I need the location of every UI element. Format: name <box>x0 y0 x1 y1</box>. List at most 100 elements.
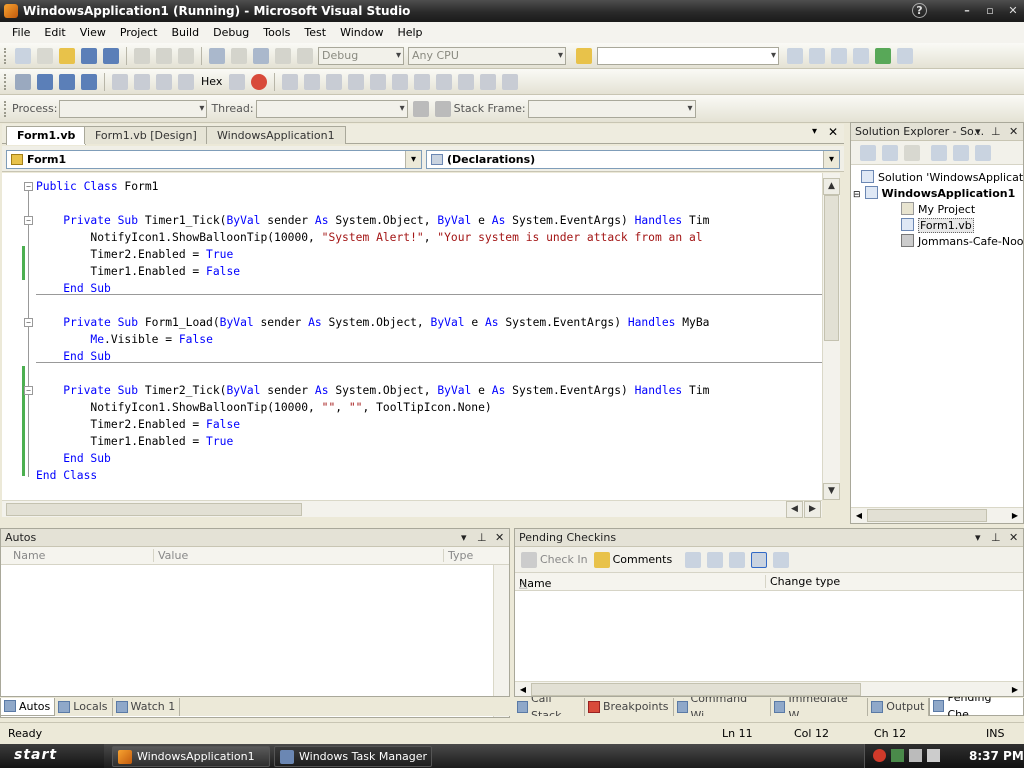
start-button[interactable]: start <box>0 744 104 768</box>
paste-icon[interactable] <box>178 47 194 64</box>
show-all-files-icon[interactable] <box>882 144 898 161</box>
find-combo[interactable] <box>597 46 779 65</box>
scroll-right-icon[interactable]: ▶ <box>804 501 821 518</box>
scroll-thumb[interactable] <box>531 683 861 696</box>
code-text[interactable]: Public Class Form1 Private Sub Timer1_Ti… <box>36 178 709 484</box>
code-line[interactable] <box>36 195 709 212</box>
outline-collapse-icon[interactable]: − <box>24 216 33 225</box>
tree-item-project[interactable]: ⊟ WindowsApplication1 <box>853 186 1015 200</box>
scroll-thumb[interactable] <box>867 509 987 522</box>
pending-checkins-header[interactable]: Pending Checkins ▾ ⊥ ✕ <box>515 529 1023 547</box>
code-line[interactable]: End Class <box>36 467 709 484</box>
continue-icon[interactable] <box>15 73 31 90</box>
start-page-icon[interactable] <box>875 47 891 64</box>
tab-breakpoints[interactable]: Breakpoints <box>585 697 674 716</box>
flat-view-icon[interactable] <box>751 551 768 568</box>
class-combo[interactable]: Form1 ▾ <box>6 150 422 169</box>
solution-explorer-header[interactable]: Solution Explorer - So... ▾ ⊥ ✕ <box>851 123 1023 141</box>
network-icon[interactable] <box>891 749 904 762</box>
copy-icon[interactable] <box>156 47 172 64</box>
editor-vertical-scrollbar[interactable]: ▲ ▼ <box>822 173 840 500</box>
code-line[interactable]: Timer2.Enabled = False <box>36 416 709 433</box>
properties-window-icon[interactable] <box>809 47 825 64</box>
member-combo[interactable]: (Declarations) ▾ <box>426 150 840 169</box>
menu-view[interactable]: View <box>73 26 113 39</box>
save-icon[interactable] <box>81 47 97 64</box>
maximize-button[interactable]: ▫ <box>981 3 999 19</box>
tab-pending-checkins[interactable]: Pending Che... <box>929 697 1024 716</box>
save-all-icon[interactable] <box>103 47 119 64</box>
column-name[interactable]: Name <box>13 549 45 562</box>
menu-test[interactable]: Test <box>297 26 333 39</box>
show-next-statement-icon[interactable] <box>112 73 128 90</box>
folder-view-icon[interactable] <box>773 551 790 568</box>
solution-platform-combo[interactable]: Any CPU <box>408 46 566 65</box>
windows-icon[interactable] <box>229 73 246 90</box>
tab-watch-1[interactable]: Watch 1 <box>113 697 181 716</box>
code-line[interactable] <box>36 365 709 382</box>
tab-autos[interactable]: Autos <box>0 697 56 716</box>
solution-explorer-icon[interactable] <box>787 47 803 64</box>
open-file-icon[interactable] <box>59 47 75 64</box>
step-out-icon[interactable] <box>178 73 194 90</box>
process-combo[interactable] <box>59 99 208 118</box>
title-bar[interactable]: WindowsApplication1 (Running) - Microsof… <box>0 0 1024 22</box>
security-alert-icon[interactable] <box>873 749 886 762</box>
minimize-button[interactable]: – <box>958 3 976 19</box>
scroll-left-icon[interactable]: ◀ <box>851 508 867 523</box>
step-into-icon[interactable] <box>134 73 150 90</box>
menu-file[interactable]: File <box>5 26 37 39</box>
tab-immediate-window[interactable]: Immediate W... <box>771 697 869 716</box>
start-debugging-icon[interactable] <box>297 47 313 64</box>
find-in-files-icon[interactable] <box>576 47 592 64</box>
align-rights-icon[interactable] <box>326 73 343 90</box>
cut-icon[interactable] <box>134 47 150 64</box>
scroll-thumb[interactable] <box>824 195 839 341</box>
code-line[interactable]: NotifyIcon1.ShowBalloonTip(10000, "", ""… <box>36 399 709 416</box>
thread-combo[interactable] <box>255 99 408 118</box>
command-window-icon[interactable] <box>897 47 913 64</box>
menu-project[interactable]: Project <box>113 26 165 39</box>
source-files-icon[interactable] <box>729 551 746 568</box>
taskbar-item-task-manager[interactable]: Windows Task Manager <box>274 746 432 767</box>
menu-debug[interactable]: Debug <box>206 26 256 39</box>
restart-icon[interactable] <box>81 73 97 90</box>
stack-frame-combo[interactable] <box>527 99 696 118</box>
new-project-icon[interactable] <box>15 47 31 64</box>
filter-icon[interactable] <box>412 100 429 117</box>
code-line[interactable]: Private Sub Form1_Load(ByVal sender As S… <box>36 314 709 331</box>
menu-tools[interactable]: Tools <box>256 26 297 39</box>
close-document-icon[interactable]: ✕ <box>828 125 838 139</box>
tab-form1-vb[interactable]: Form1.vb <box>6 126 87 145</box>
tree-item-media-file[interactable]: Jommans-Cafe-Noon- <box>901 234 1023 248</box>
toolbar-gripper[interactable] <box>4 100 8 117</box>
toggle-bookmark-icon[interactable] <box>436 73 453 90</box>
previous-bookmark-icon[interactable] <box>458 73 475 90</box>
pin-icon[interactable]: ⊥ <box>991 123 1001 140</box>
filter-icon[interactable] <box>685 551 702 568</box>
code-editor[interactable]: − − − − Public Class Form1 Private Sub T… <box>2 173 822 500</box>
step-over-icon[interactable] <box>156 73 172 90</box>
tab-command-window[interactable]: Command Wi... <box>674 697 772 716</box>
scroll-right-icon[interactable]: ▶ <box>1007 682 1023 697</box>
tree-item-my-project[interactable]: My Project <box>901 202 975 216</box>
tab-locals[interactable]: Locals <box>55 697 113 716</box>
break-all-icon[interactable] <box>37 73 53 90</box>
breakpoint-icon[interactable] <box>251 73 268 90</box>
scroll-down-icon[interactable]: ▼ <box>823 483 840 500</box>
align-centers-icon[interactable] <box>304 73 321 90</box>
view-code-icon[interactable] <box>931 144 947 161</box>
tab-windowsapplication1[interactable]: WindowsApplication1 <box>206 126 346 144</box>
properties-icon[interactable] <box>860 144 876 161</box>
next-bookmark-icon[interactable] <box>480 73 497 90</box>
code-line[interactable]: Me.Visible = False <box>36 331 709 348</box>
object-browser-icon[interactable] <box>831 47 847 64</box>
hex-toggle[interactable]: Hex <box>201 75 222 88</box>
code-line[interactable]: End Sub <box>36 280 709 297</box>
navigate-backward-icon[interactable] <box>253 47 269 64</box>
task-manager-tray-icon[interactable] <box>909 749 922 762</box>
decrease-indent-icon[interactable] <box>370 73 387 90</box>
tab-form1-design[interactable]: Form1.vb [Design] <box>84 126 208 144</box>
code-line[interactable]: Private Sub Timer2_Tick(ByVal sender As … <box>36 382 709 399</box>
align-lefts-icon[interactable] <box>282 73 299 90</box>
